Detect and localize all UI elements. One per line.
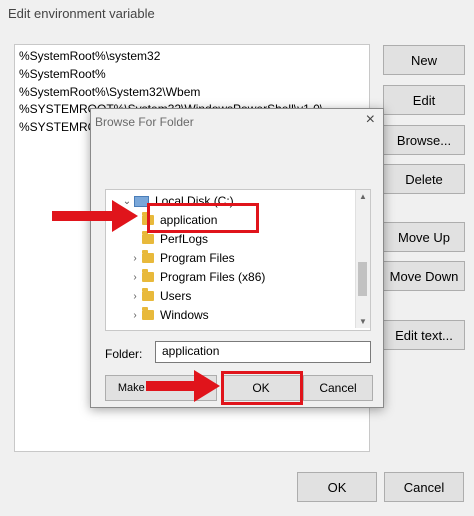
annotation-arrows (52, 200, 220, 402)
red-arrow-icon (52, 200, 138, 232)
red-arrow-icon (146, 370, 220, 402)
